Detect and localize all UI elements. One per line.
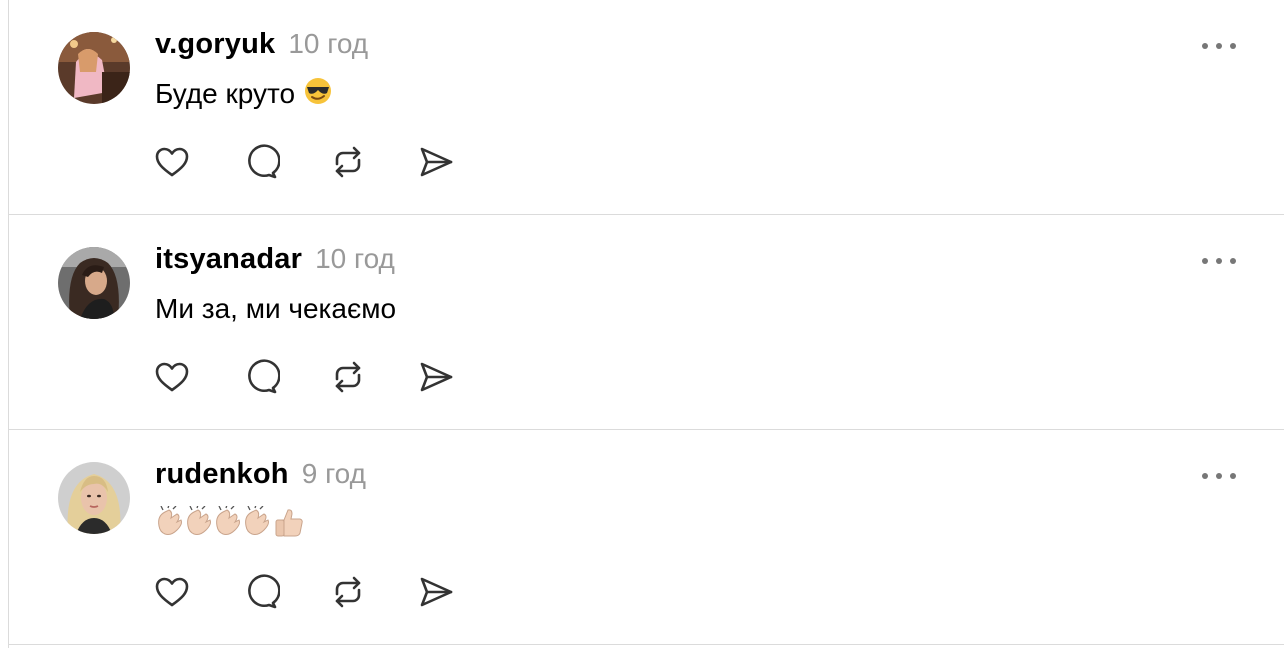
comment-text: Ми за, ми чекаємо: [155, 291, 396, 327]
heart-icon[interactable]: [152, 142, 192, 182]
post-header: itsyanadar 10 год: [155, 243, 395, 279]
more-options-icon[interactable]: [1199, 36, 1239, 56]
post-header: rudenkoh 9 год: [155, 458, 366, 494]
repost-icon[interactable]: [328, 142, 368, 182]
send-icon[interactable]: [416, 357, 456, 397]
send-icon[interactable]: [416, 572, 456, 612]
avatar[interactable]: [58, 462, 130, 534]
comment-text-content: Ми за, ми чекаємо: [155, 293, 397, 324]
speech-bubble-icon[interactable]: [240, 572, 280, 612]
comment-feed: v.goryuk 10 год Буде круто itsyanadar 10…: [8, 0, 1284, 648]
action-bar: [152, 572, 504, 612]
post-header: v.goryuk 10 год: [155, 28, 368, 64]
repost-icon[interactable]: [328, 357, 368, 397]
timestamp[interactable]: 10 год: [288, 28, 368, 60]
clapping-hands-thumbs-up-emoji: [155, 504, 307, 547]
avatar[interactable]: [58, 32, 130, 104]
heart-icon[interactable]: [152, 572, 192, 612]
timestamp[interactable]: 9 год: [302, 458, 366, 490]
sunglasses-emoji: [303, 76, 333, 115]
timestamp[interactable]: 10 год: [315, 243, 395, 275]
username[interactable]: itsyanadar: [155, 243, 302, 276]
comment-post: rudenkoh 9 год: [9, 430, 1284, 645]
comment-text: Буде круто: [155, 76, 333, 115]
action-bar: [152, 357, 504, 397]
speech-bubble-icon[interactable]: [240, 357, 280, 397]
heart-icon[interactable]: [152, 357, 192, 397]
more-options-icon[interactable]: [1199, 251, 1239, 271]
comment-post: v.goryuk 10 год Буде круто: [9, 0, 1284, 215]
more-options-icon[interactable]: [1199, 466, 1239, 486]
username[interactable]: v.goryuk: [155, 28, 275, 61]
comment-text-content: Буде круто: [155, 78, 303, 109]
avatar[interactable]: [58, 247, 130, 319]
action-bar: [152, 142, 504, 182]
comment-text: [155, 504, 307, 547]
repost-icon[interactable]: [328, 572, 368, 612]
speech-bubble-icon[interactable]: [240, 142, 280, 182]
send-icon[interactable]: [416, 142, 456, 182]
username[interactable]: rudenkoh: [155, 458, 289, 491]
comment-post: itsyanadar 10 год Ми за, ми чекаємо: [9, 215, 1284, 430]
